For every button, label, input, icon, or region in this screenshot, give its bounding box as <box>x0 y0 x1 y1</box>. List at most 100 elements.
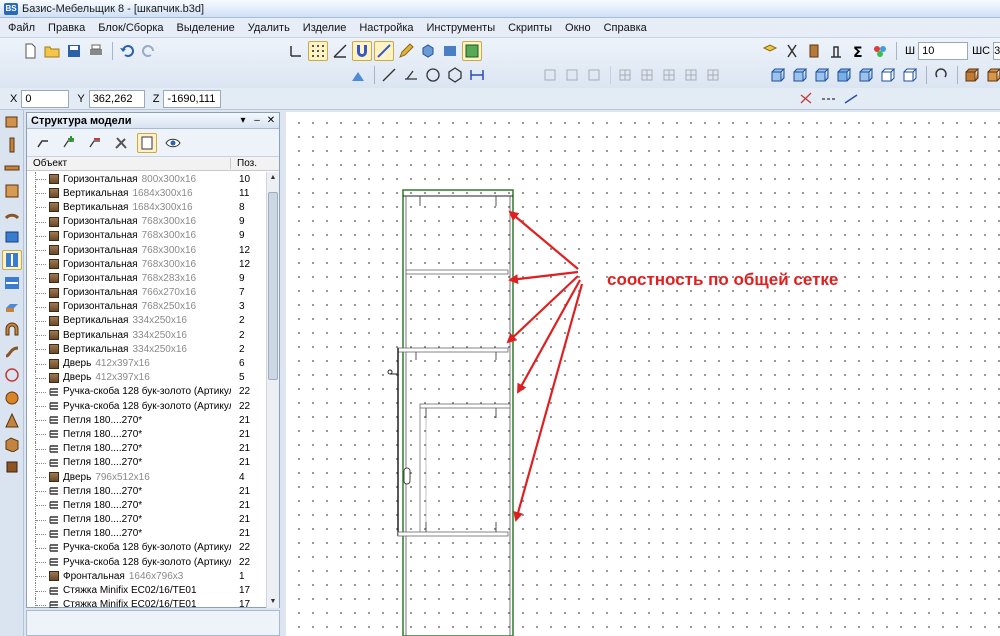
y-coordinate-input[interactable] <box>88 89 145 108</box>
tool-front-button[interactable] <box>2 181 22 201</box>
view-front-button[interactable] <box>768 65 788 85</box>
tree-row[interactable]: Горизонтальная 768x283x16 9 <box>27 271 267 286</box>
tree-row[interactable]: Вертикальная 1684x300x16 11 <box>27 186 267 201</box>
grid-step-input[interactable] <box>993 42 1000 60</box>
visibility-button[interactable] <box>163 133 183 153</box>
tree-row[interactable]: Вертикальная 334x250x16 2 <box>27 313 267 329</box>
render-texture-button[interactable] <box>984 65 1000 85</box>
palette-button[interactable] <box>870 41 890 61</box>
tree-row[interactable]: Петля 180....270* 21 <box>27 512 267 527</box>
scroll-down-icon[interactable]: ▼ <box>267 596 279 608</box>
tree-row[interactable]: Петля 180....270* 21 <box>27 413 267 428</box>
tree-row[interactable]: Вертикальная 334x250x16 2 <box>27 328 267 343</box>
align-btn-5[interactable] <box>637 65 657 85</box>
snap-angle-button[interactable] <box>330 41 350 61</box>
align-btn-4[interactable] <box>615 65 635 85</box>
align-btn-8[interactable] <box>703 65 723 85</box>
view-iso-button[interactable] <box>900 65 920 85</box>
tree-row[interactable]: Горизонтальная 800x300x16 10 <box>27 172 267 187</box>
snap-coords-button[interactable] <box>286 41 306 61</box>
snap-eye-button[interactable] <box>440 41 460 61</box>
tree-row[interactable]: Петля 180....270* 21 <box>27 427 267 442</box>
snap-pencil-button[interactable] <box>396 41 416 61</box>
tree-row[interactable]: Ручка-скоба 128 бук-золото (Артикул 22 <box>27 399 267 414</box>
panel-splitter[interactable] <box>280 112 285 636</box>
tree-row[interactable]: Дверь 796x512x16 4 <box>27 469 267 485</box>
minimize-icon[interactable]: – <box>251 115 263 127</box>
tree-row[interactable]: Горизонтальная 768x300x16 9 <box>27 228 267 243</box>
snap-object-button[interactable] <box>418 41 438 61</box>
column-object[interactable]: Объект <box>27 158 231 169</box>
view-top-button[interactable] <box>856 65 876 85</box>
tool-vertical-button[interactable] <box>2 135 22 155</box>
rotate-view-button[interactable] <box>931 65 951 85</box>
sum-button[interactable]: Σ <box>848 41 868 61</box>
width-input[interactable] <box>918 42 969 60</box>
tree-row[interactable]: Дверь 412x397x16 5 <box>27 370 267 385</box>
tool-arch-button[interactable] <box>2 319 22 339</box>
x-coordinate-input[interactable] <box>21 89 70 108</box>
menu-file[interactable]: Файл <box>8 22 35 34</box>
align-btn-3[interactable] <box>584 65 604 85</box>
snap-green-button[interactable] <box>462 41 482 61</box>
menu-scripts[interactable]: Скрипты <box>508 22 552 34</box>
tree-row[interactable]: Ручка-скоба 128 бук-золото (Артикул 22 <box>27 384 267 399</box>
scroll-up-icon[interactable]: ▲ <box>267 172 279 184</box>
draw-dimension-button[interactable] <box>467 65 487 85</box>
column-position[interactable]: Поз. <box>231 158 257 169</box>
tool-horizontal-button[interactable] <box>2 158 22 178</box>
view-bottom-button[interactable] <box>878 65 898 85</box>
tree-row[interactable]: Петля 180....270* 21 <box>27 498 267 513</box>
menu-selection[interactable]: Выделение <box>177 22 235 34</box>
tree-row[interactable]: Горизонтальная 768x250x16 3 <box>27 299 267 314</box>
open-file-button[interactable] <box>42 41 62 61</box>
tool-extrude-button[interactable] <box>2 296 22 316</box>
menu-delete[interactable]: Удалить <box>248 22 290 34</box>
door-button[interactable] <box>804 41 824 61</box>
tree-row[interactable]: Горизонтальная 768x300x16 9 <box>27 214 267 229</box>
edge-button[interactable] <box>826 41 846 61</box>
redo-button[interactable] <box>139 41 159 61</box>
tree-row[interactable]: Стяжка Minifix EC02/16/TE01 17 <box>27 597 267 608</box>
section-tool-button[interactable] <box>797 89 817 109</box>
tree-row[interactable]: Горизонтальная 768x300x16 12 <box>27 242 267 258</box>
pin-icon[interactable]: ▾ <box>237 115 249 127</box>
menu-product[interactable]: Изделие <box>303 22 347 34</box>
menu-tools[interactable]: Инструменты <box>427 22 496 34</box>
tree-row[interactable]: Стяжка Minifix EC02/16/TE01 17 <box>27 583 267 598</box>
material-button[interactable] <box>760 41 780 61</box>
tool-panel-button[interactable] <box>2 112 22 132</box>
view-back-button[interactable] <box>790 65 810 85</box>
view-left-button[interactable] <box>812 65 832 85</box>
menu-edit[interactable]: Правка <box>48 22 85 34</box>
tree-row[interactable]: Петля 180....270* 21 <box>27 455 267 470</box>
show-selected-button[interactable] <box>137 132 157 153</box>
menu-window[interactable]: Окно <box>565 22 591 34</box>
menu-help[interactable]: Справка <box>604 22 647 34</box>
tree-row[interactable]: Дверь 412x397x16 6 <box>27 356 267 371</box>
align-btn-1[interactable] <box>540 65 560 85</box>
tree-row[interactable]: Ручка-скоба 128 бук-золото (Артикул 22 <box>27 540 267 556</box>
tree-row[interactable]: Петля 180....270* 21 <box>27 441 267 456</box>
menu-block-assembly[interactable]: Блок/Сборка <box>98 22 163 34</box>
save-button[interactable] <box>64 41 84 61</box>
tool-profile-button[interactable] <box>2 342 22 362</box>
snap-grid-button[interactable] <box>308 41 328 61</box>
draw-polygon-button[interactable] <box>445 65 465 85</box>
tree-row[interactable]: Ручка-скоба 128 бук-золото (Артикул 22 <box>27 555 267 570</box>
tool-vertical-divider-button[interactable] <box>2 250 22 270</box>
tool-sphere-button[interactable] <box>2 388 22 408</box>
drawing-canvas[interactable]: соостность по общей сетке <box>286 112 1000 636</box>
tree-scrollbar[interactable]: ▲ ▼ <box>266 172 279 608</box>
view-right-button[interactable] <box>834 65 854 85</box>
print-button[interactable] <box>86 41 106 61</box>
align-btn-6[interactable] <box>659 65 679 85</box>
close-icon[interactable]: ✕ <box>265 115 277 127</box>
collapse-minus-button[interactable] <box>85 133 105 153</box>
tree-row[interactable]: Фронтальная 1646x796x3 1 <box>27 569 267 584</box>
tree-settings-button[interactable] <box>111 133 131 153</box>
render-solid-button[interactable] <box>962 65 982 85</box>
tree-row[interactable]: Петля 180....270* 21 <box>27 484 267 499</box>
measure-button[interactable] <box>841 89 861 109</box>
menu-settings[interactable]: Настройка <box>359 22 413 34</box>
